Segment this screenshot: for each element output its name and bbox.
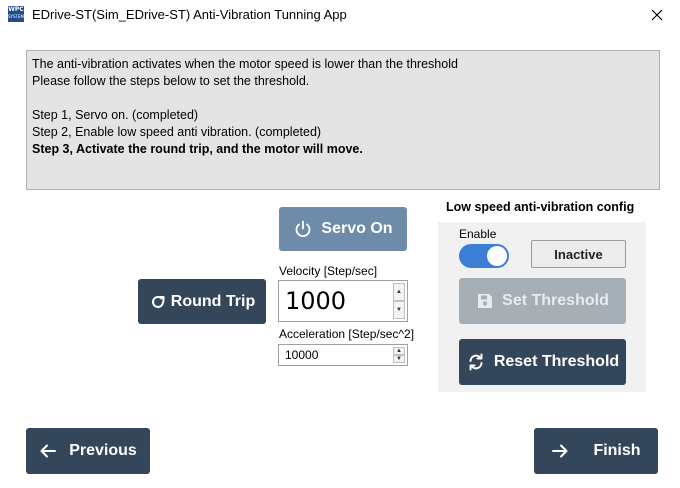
acceleration-label: Acceleration [Step/sec^2]	[279, 327, 415, 341]
spin-up-arrow-icon[interactable]: ▲	[393, 283, 405, 301]
power-icon	[293, 219, 313, 239]
velocity-value: 1000	[285, 287, 347, 315]
arrow-left-icon	[39, 443, 57, 459]
set-threshold-button[interactable]: Set Threshold	[459, 278, 626, 324]
velocity-spinbox[interactable]: 1000 ▲ ▼	[278, 280, 408, 322]
step-line: Step 2, Enable low speed anti vibration.…	[32, 125, 322, 139]
finish-label: Finish	[593, 442, 641, 459]
previous-label: Previous	[69, 442, 137, 459]
servo-on-label: Servo On	[321, 220, 393, 237]
acceleration-spinbox[interactable]: 10000 ▲ ▼	[278, 344, 408, 366]
app-logo-icon: WPC SYSTEMS	[8, 6, 26, 22]
set-threshold-label: Set Threshold	[502, 292, 609, 309]
spin-up-arrow-icon[interactable]: ▲	[393, 347, 405, 355]
round-trip-button[interactable]: Round Trip	[138, 279, 266, 324]
spin-down-arrow-icon[interactable]: ▼	[393, 301, 405, 319]
current-step-line: Step 3, Activate the round trip, and the…	[32, 142, 363, 156]
config-title: Low speed anti-vibration config	[446, 200, 635, 214]
sync-icon	[466, 352, 486, 372]
finish-button[interactable]: Finish	[534, 428, 658, 474]
previous-button[interactable]: Previous	[26, 428, 150, 474]
close-button[interactable]	[634, 0, 680, 30]
status-inactive-button[interactable]: Inactive	[531, 240, 626, 268]
instruction-line: Please follow the steps below to set the…	[32, 74, 310, 88]
reset-threshold-label: Reset Threshold	[493, 353, 620, 370]
enable-label: Enable	[459, 227, 497, 241]
arrow-right-icon	[551, 443, 569, 459]
close-icon	[651, 9, 663, 21]
refresh-icon	[149, 293, 167, 311]
step-line: Step 1, Servo on. (completed)	[32, 108, 199, 122]
window-title: EDrive-ST(Sim_EDrive-ST) Anti-Vibration …	[32, 7, 347, 22]
save-icon	[476, 292, 494, 310]
instructions-panel: The anti-vibration activates when the mo…	[26, 50, 660, 190]
round-trip-label: Round Trip	[170, 292, 256, 310]
velocity-label: Velocity [Step/sec]	[279, 264, 378, 278]
reset-threshold-button[interactable]: Reset Threshold	[459, 339, 626, 385]
servo-on-button[interactable]: Servo On	[279, 207, 407, 251]
toggle-knob	[487, 246, 507, 266]
title-bar: WPC SYSTEMS EDrive-ST(Sim_EDrive-ST) Anti…	[0, 0, 680, 30]
spin-down-arrow-icon[interactable]: ▼	[393, 355, 405, 363]
instruction-line: The anti-vibration activates when the mo…	[32, 57, 458, 71]
enable-toggle[interactable]	[459, 244, 509, 268]
acceleration-value: 10000	[285, 348, 319, 362]
